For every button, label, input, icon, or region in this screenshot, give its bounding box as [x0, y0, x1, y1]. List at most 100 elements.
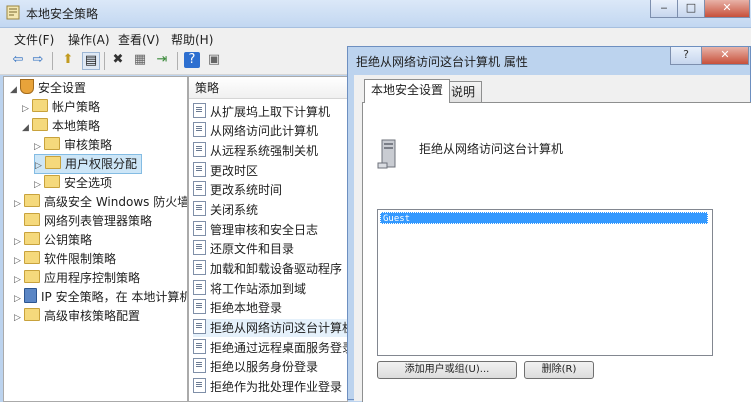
tree-item-account-policies[interactable]: ▷ 帐户策略: [22, 98, 100, 116]
policy-icon: [193, 142, 206, 157]
dialog-help-button[interactable]: ?: [670, 47, 702, 65]
list-item[interactable]: 加载和卸载设备驱动程序: [193, 260, 342, 278]
policy-name-label: 拒绝从网络访问这台计算机: [419, 142, 564, 156]
collapse-arrow-icon[interactable]: ▷: [14, 252, 24, 270]
collapse-arrow-icon[interactable]: ▷: [34, 176, 44, 194]
folder-icon: [32, 99, 48, 112]
folder-icon: [24, 232, 40, 245]
back-arrow-icon[interactable]: ⇦: [10, 52, 26, 68]
policy-icon: [193, 280, 206, 295]
dialog-close-icon[interactable]: ✕: [701, 47, 749, 65]
collapse-arrow-icon[interactable]: ▷: [14, 195, 24, 213]
up-folder-icon[interactable]: ⬆: [60, 52, 76, 68]
list-item[interactable]: 将工作站添加到域: [193, 280, 306, 298]
tab-local-security-setting[interactable]: 本地安全设置: [364, 79, 451, 103]
collapse-arrow-icon[interactable]: ▷: [22, 100, 32, 118]
export-list-icon[interactable]: ⇥: [154, 52, 170, 68]
minimize-button[interactable]: ‒: [650, 0, 678, 18]
close-icon[interactable]: ✕: [704, 0, 750, 18]
policy-icon: [193, 103, 206, 118]
collapse-arrow-icon[interactable]: ▷: [14, 309, 24, 327]
list-item[interactable]: 关闭系统: [193, 201, 258, 219]
collapse-arrow-icon[interactable]: ▷: [14, 233, 24, 251]
window-title: 本地安全策略: [26, 7, 99, 21]
tree-item-security-settings[interactable]: ◢ 安全设置: [10, 79, 86, 97]
ip-policy-icon: [24, 288, 37, 303]
list-item[interactable]: 拒绝作为批处理作业登录: [193, 378, 342, 396]
collapse-arrow-icon[interactable]: ▷: [14, 290, 24, 308]
expand-arrow-icon[interactable]: ◢: [10, 81, 20, 99]
list-item[interactable]: 更改时区: [193, 162, 258, 180]
delete-icon[interactable]: ✖: [110, 52, 126, 68]
policy-list-pane: 策略 从扩展坞上取下计算机 从网络访问此计算机 从远程系统强制关机 更改时区 更…: [188, 76, 348, 402]
menu-view[interactable]: 查看(V): [118, 31, 160, 48]
folder-icon: [32, 118, 48, 131]
policy-icon: [193, 122, 206, 137]
maximize-button[interactable]: □: [677, 0, 705, 18]
list-item[interactable]: 拒绝以服务身份登录: [193, 358, 318, 376]
policy-icon: [193, 339, 206, 354]
expand-arrow-icon[interactable]: ◢: [22, 119, 32, 137]
help-icon[interactable]: ?: [184, 52, 200, 68]
collapse-arrow-icon[interactable]: ▷: [35, 157, 45, 175]
folder-icon: [24, 194, 40, 207]
folder-icon: [44, 175, 60, 188]
menu-file[interactable]: 文件(F): [14, 31, 54, 48]
tree-item-user-rights-assignment[interactable]: ▷ 用户权限分配: [34, 154, 143, 175]
tree-item-local-policies[interactable]: ◢ 本地策略: [22, 117, 100, 135]
show-hide-action-pane-icon[interactable]: ▣: [206, 52, 222, 68]
column-header-policy[interactable]: 策略: [189, 77, 347, 99]
menu-bar: 文件(F) 操作(A) 查看(V) 帮助(H): [0, 28, 751, 48]
policy-icon: [193, 201, 206, 216]
folder-icon: [24, 213, 40, 226]
local-security-policy-icon: [6, 5, 20, 20]
tree-item-windows-firewall[interactable]: ▷ 高级安全 Windows 防火墙: [14, 193, 187, 213]
tree-item-application-control[interactable]: ▷ 应用程序控制策略: [14, 269, 140, 287]
menu-action[interactable]: 操作(A): [68, 31, 110, 48]
tree-item-public-key-policies[interactable]: ▷ 公钥策略: [14, 231, 92, 249]
list-item[interactable]: 拒绝本地登录: [193, 299, 282, 317]
tree-item-audit-policy[interactable]: ▷ 审核策略: [34, 136, 112, 154]
dialog-title: 拒绝从网络访问这台计算机 属性: [356, 55, 528, 69]
policy-icon: [193, 358, 206, 373]
menu-help[interactable]: 帮助(H): [171, 31, 213, 48]
list-item[interactable]: 从远程系统强制关机: [193, 142, 318, 160]
list-item[interactable]: 管理审核和安全日志: [193, 221, 318, 239]
user-list[interactable]: Guest: [377, 209, 713, 356]
folder-icon: [44, 137, 60, 150]
policy-icon: [193, 319, 206, 334]
tree-item-software-restriction[interactable]: ▷ 软件限制策略: [14, 250, 116, 268]
tree-item-security-options[interactable]: ▷ 安全选项: [34, 174, 112, 192]
folder-icon: [24, 308, 40, 321]
folder-icon: [45, 156, 61, 169]
policy-icon: [193, 162, 206, 177]
shield-icon: [20, 79, 34, 94]
tree-item-network-list-manager[interactable]: 网络列表管理器策略: [24, 212, 152, 230]
list-item[interactable]: 从网络访问此计算机: [193, 122, 318, 140]
policy-icon: [193, 378, 206, 393]
list-item[interactable]: 还原文件和目录: [193, 240, 294, 258]
tree-pane: ◢ 安全设置 ▷ 帐户策略 ◢ 本地策略 ▷ 审核策略 ▷ 用户权限分配 ▷ 安全选项 ▷ 高…: [3, 76, 188, 402]
properties-icon[interactable]: ▦: [132, 52, 148, 68]
tree-item-ip-security[interactable]: ▷ IP 安全策略，在 本地计算机: [14, 288, 187, 308]
policy-icon: [193, 221, 206, 236]
folder-icon: [24, 270, 40, 283]
folder-icon: [24, 251, 40, 264]
list-item[interactable]: 更改系统时间: [193, 181, 282, 199]
server-icon: [377, 139, 396, 169]
show-tree-icon[interactable]: ▤: [82, 52, 100, 70]
list-item[interactable]: 拒绝通过远程桌面服务登录: [193, 339, 347, 357]
window-titlebar: 本地安全策略 ‒ □ ✕: [0, 0, 751, 28]
dialog-body: 本地安全设置 说明 拒绝从网络访问这台计算机 Guest 添加用户或组(U)..…: [354, 75, 751, 402]
policy-icon: [193, 240, 206, 255]
tree-item-advanced-audit[interactable]: ▷ 高级审核策略配置: [14, 307, 140, 325]
user-list-item-selected[interactable]: Guest: [380, 212, 708, 224]
forward-arrow-icon[interactable]: ⇨: [30, 52, 46, 68]
list-item-selected[interactable]: 拒绝从网络访问这台计算机: [193, 319, 347, 337]
policy-icon: [193, 181, 206, 196]
remove-button[interactable]: 删除(R): [524, 361, 594, 379]
collapse-arrow-icon[interactable]: ▷: [14, 271, 24, 289]
add-user-or-group-button[interactable]: 添加用户或组(U)...: [377, 361, 517, 379]
list-item[interactable]: 从扩展坞上取下计算机: [193, 103, 330, 121]
policy-icon: [193, 299, 206, 314]
